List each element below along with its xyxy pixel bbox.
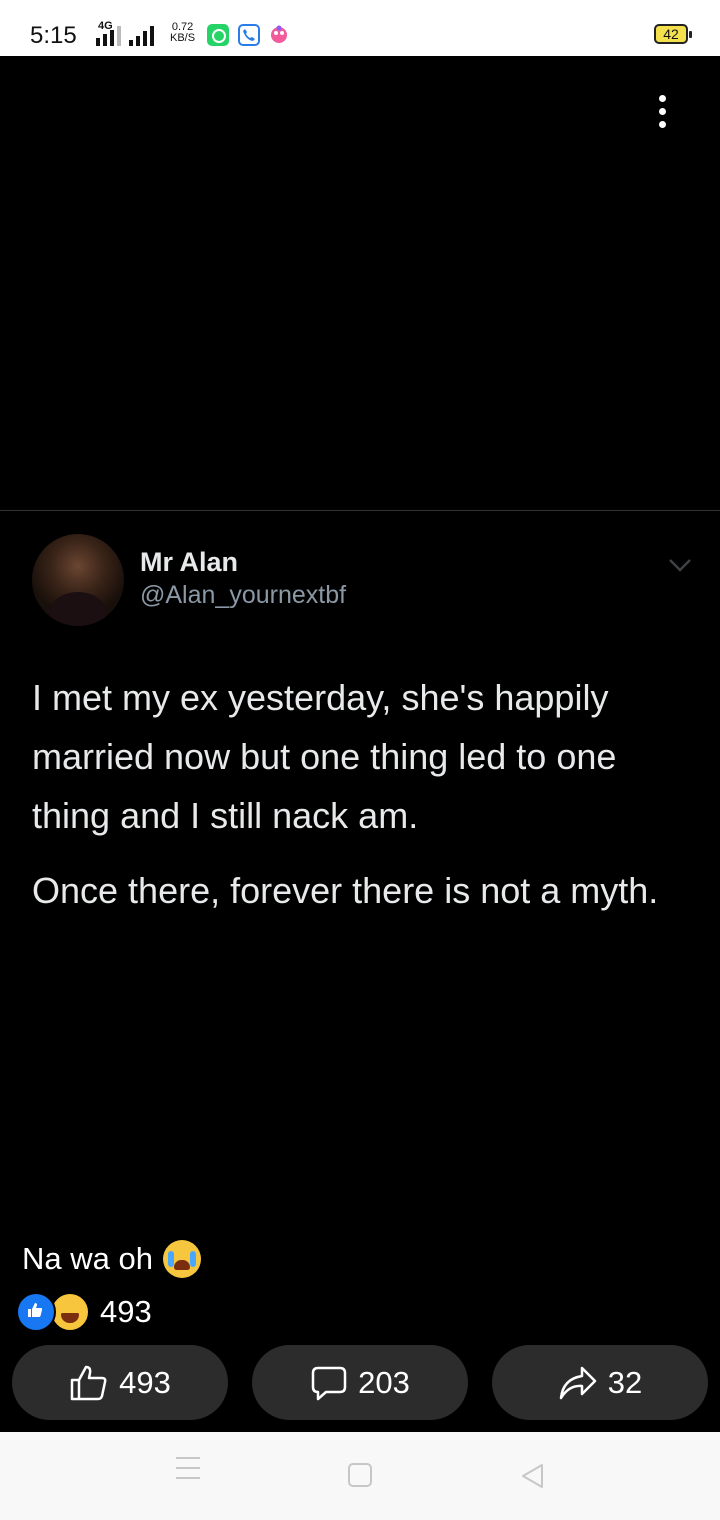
- share-button[interactable]: 32: [492, 1345, 708, 1420]
- status-bar: 5:15 4G 0.72 KB/S 42: [0, 0, 720, 56]
- caption-text: Na wa oh: [22, 1241, 153, 1276]
- tweet-paragraph-1: I met my ex yesterday, she's happily mar…: [32, 677, 617, 836]
- recent-apps-icon[interactable]: [176, 1457, 200, 1481]
- tweet-text: I met my ex yesterday, she's happily mar…: [32, 668, 692, 936]
- home-icon[interactable]: [348, 1463, 372, 1487]
- tweet-display-name: Mr Alan: [140, 547, 239, 577]
- back-icon[interactable]: [520, 1462, 544, 1490]
- reaction-summary[interactable]: 493: [16, 1292, 152, 1332]
- avatar: [32, 534, 124, 626]
- like-count: 493: [119, 1364, 171, 1400]
- post-caption: Na wa oh: [22, 1240, 201, 1278]
- share-count: 32: [607, 1364, 643, 1400]
- navigation-bar: [0, 1432, 720, 1520]
- app-icon: [268, 24, 290, 46]
- thumbs-up-icon: [70, 1365, 107, 1400]
- signal-bars-icon: [96, 24, 121, 46]
- phone-call-icon: [238, 24, 260, 46]
- signal-icons: [90, 20, 154, 46]
- battery-indicator: 42: [654, 24, 692, 44]
- chevron-down-icon: [669, 559, 691, 572]
- more-options-icon[interactable]: [650, 95, 674, 135]
- like-button[interactable]: 493: [12, 1345, 228, 1420]
- reaction-count: 493: [100, 1294, 152, 1329]
- signal-bars-icon-2: [129, 24, 154, 46]
- comment-button[interactable]: 203: [252, 1345, 468, 1420]
- divider: [0, 510, 720, 511]
- speed-unit: KB/S: [170, 32, 196, 44]
- whatsapp-icon: [207, 24, 229, 46]
- status-time: 5:15: [30, 22, 77, 49]
- comment-count: 203: [358, 1364, 410, 1400]
- tweet-paragraph-2: Once there, forever there is not a myth.: [32, 870, 659, 911]
- haha-reaction-icon: [50, 1292, 90, 1332]
- loudly-crying-face-icon: [162, 1240, 201, 1278]
- like-reaction-icon: [16, 1292, 56, 1332]
- tweet-handle: @Alan_yournextbf: [140, 581, 347, 609]
- network-speed: 0.72 KB/S: [170, 22, 195, 44]
- share-arrow-icon: [559, 1366, 596, 1399]
- comment-bubble-icon: [311, 1366, 347, 1400]
